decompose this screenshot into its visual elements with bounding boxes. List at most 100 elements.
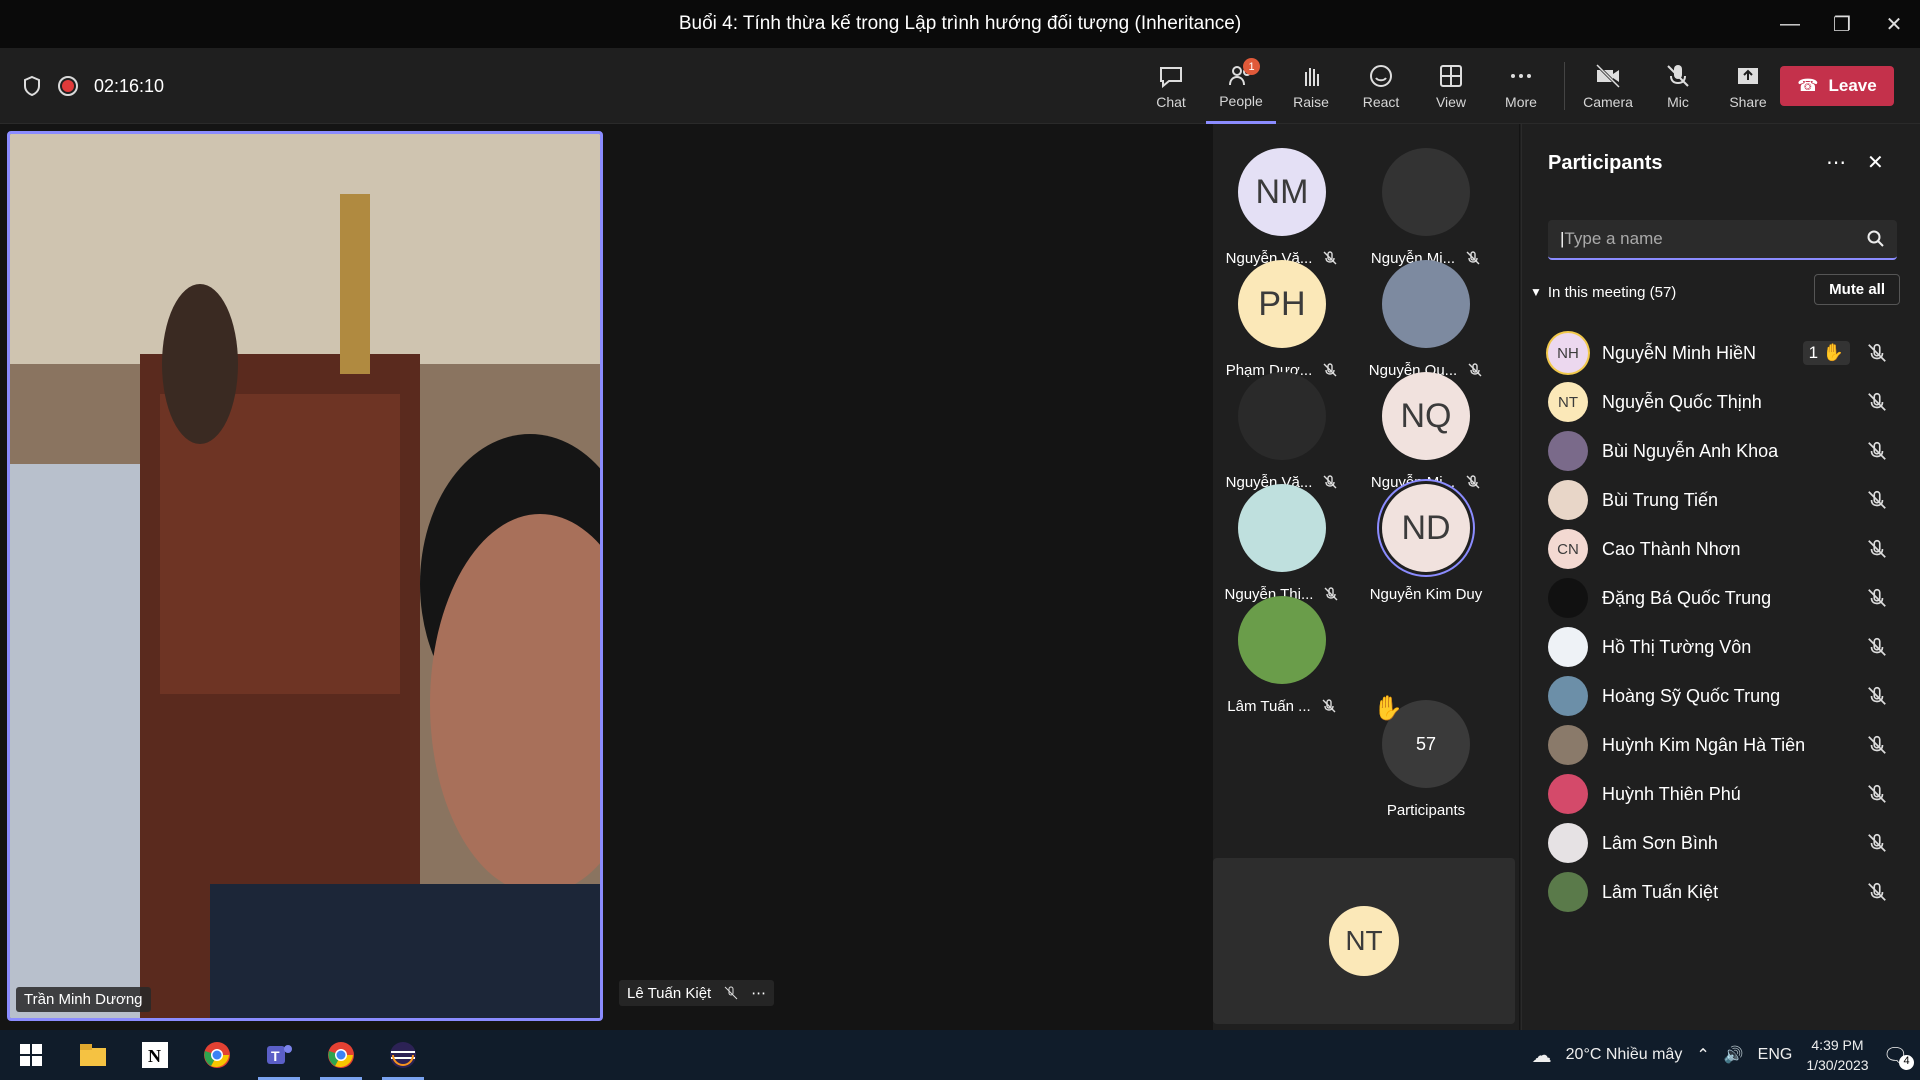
chat-button[interactable]: Chat (1136, 48, 1206, 124)
mute-all-button[interactable]: Mute all (1814, 274, 1900, 305)
participant-row[interactable]: Đặng Bá Quốc Trung (1548, 573, 1898, 623)
file-explorer-icon[interactable] (62, 1030, 124, 1080)
raised-hand-icon: ✋ (1373, 695, 1403, 722)
overflow-tile[interactable]: ✋ 57 Participants (1357, 695, 1495, 819)
svg-text:T: T (271, 1048, 280, 1064)
react-button[interactable]: React (1346, 48, 1416, 124)
mic-off-icon[interactable] (1866, 734, 1888, 756)
participants-panel: Participants ⋯ ✕ | Type a name ▼ In this … (1521, 124, 1920, 1030)
participant-tile[interactable]: Nguyễn Mi... (1357, 148, 1495, 267)
avatar (1548, 823, 1588, 863)
notion-icon[interactable]: N (124, 1030, 186, 1080)
grid-icon (1440, 65, 1462, 87)
close-panel-icon[interactable]: ✕ (1867, 150, 1884, 175)
participant-row[interactable]: Lâm Sơn Bình (1548, 818, 1898, 868)
mic-off-icon[interactable] (1866, 489, 1888, 511)
people-button[interactable]: People 1 (1206, 48, 1276, 124)
notification-badge: 1 (1243, 58, 1260, 75)
more-options-icon[interactable]: ⋯ (1826, 150, 1846, 175)
in-meeting-section[interactable]: ▼ In this meeting (57) Mute all (1530, 274, 1900, 310)
avatar (1548, 676, 1588, 716)
mic-off-icon[interactable] (1866, 587, 1888, 609)
avatar: NM (1238, 148, 1326, 236)
mic-off-icon[interactable] (1866, 832, 1888, 854)
meeting-toolbar: 02:16:10 Chat People 1 Raise React View More Ca… (0, 48, 1920, 124)
participant-row[interactable]: Huỳnh Kim Ngân Hà Tiên (1548, 720, 1898, 770)
camera-button[interactable]: Camera (1573, 48, 1643, 124)
more-button[interactable]: More (1486, 48, 1556, 124)
participant-row[interactable]: NH NguyễN Minh HiềN 1 ✋ (1548, 328, 1898, 378)
more-options-icon[interactable]: ⋯ (751, 984, 766, 1002)
mic-off-icon[interactable] (1866, 881, 1888, 903)
speaker-icon[interactable]: 🔊 (1724, 1045, 1744, 1065)
close-icon[interactable]: ✕ (1868, 0, 1920, 48)
search-icon (1867, 230, 1884, 247)
chat-icon (1160, 67, 1182, 89)
mic-off-icon[interactable] (1866, 342, 1888, 364)
language-indicator[interactable]: ENG (1758, 1046, 1793, 1064)
eclipse-icon[interactable] (372, 1030, 434, 1080)
smile-icon (1370, 65, 1392, 87)
share-icon (1738, 68, 1758, 84)
mic-off-icon[interactable] (1866, 783, 1888, 805)
notification-icon[interactable]: 🗨 4 (1883, 1043, 1914, 1070)
phone-hangup-icon: ☎ (1797, 76, 1819, 95)
mic-off-icon[interactable] (1866, 391, 1888, 413)
main-video-tile[interactable]: Trần Minh Dương (7, 131, 603, 1021)
avatar: NT (1329, 906, 1399, 976)
avatar: CN (1548, 529, 1588, 569)
teams-icon[interactable]: T (248, 1030, 310, 1080)
avatar (1382, 148, 1470, 236)
mic-off-icon[interactable] (1866, 685, 1888, 707)
participant-tile[interactable]: PH Phạm Dươ... (1213, 260, 1351, 379)
participant-row[interactable]: Hồ Thị Tường Vôn (1548, 622, 1898, 672)
chevron-down-icon: ▼ (1530, 285, 1542, 299)
camera-off-icon (1595, 63, 1621, 89)
clock[interactable]: 4:39 PM 1/30/2023 (1806, 1035, 1868, 1075)
participant-row[interactable]: CN Cao Thành Nhơn (1548, 524, 1898, 574)
participant-row[interactable]: Bùi Nguyễn Anh Khoa (1548, 426, 1898, 476)
minimize-icon[interactable]: — (1764, 0, 1816, 48)
avatar (1548, 431, 1588, 471)
participant-tile[interactable]: Lâm Tuấn ... (1213, 596, 1351, 715)
participant-tile[interactable]: Nguyễn Thị... (1213, 484, 1351, 603)
avatar (1548, 725, 1588, 765)
participant-tile[interactable]: Nguyễn Qu... (1357, 260, 1495, 379)
weather-text[interactable]: 20°C Nhiều mây (1566, 1046, 1683, 1064)
avatar (1548, 774, 1588, 814)
mic-off-icon (1322, 699, 1336, 713)
chrome-profile-icon[interactable] (310, 1030, 372, 1080)
participant-tile[interactable]: ND Nguyễn Kim Duy (1357, 484, 1495, 603)
mic-button[interactable]: Mic (1643, 48, 1713, 124)
mic-off-icon[interactable] (1866, 636, 1888, 658)
shield-icon (24, 75, 40, 97)
participant-tile[interactable]: Nguyễn Vă... (1213, 372, 1351, 491)
view-button[interactable]: View (1416, 48, 1486, 124)
participant-row[interactable]: NT Nguyễn Quốc Thịnh (1548, 377, 1898, 427)
window-title: Buổi 4: Tính thừa kế trong Lập trình hướ… (678, 13, 1242, 34)
taskbar: N T ☁ 20°C Nhiều mây ⌃ 🔊 ENG 4:39 PM 1/3… (0, 1030, 1920, 1080)
recording-icon (58, 76, 78, 96)
chrome-icon[interactable] (186, 1030, 248, 1080)
raised-hand-indicator: 1 ✋ (1802, 341, 1850, 365)
self-preview-tile[interactable]: NT (1213, 858, 1515, 1024)
participant-row[interactable]: Hoàng Sỹ Quốc Trung (1548, 671, 1898, 721)
restore-icon[interactable]: ❐ (1816, 0, 1868, 48)
raised-hand-icon: ✋ (1822, 343, 1844, 362)
mic-off-icon[interactable] (1866, 440, 1888, 462)
more-icon (1511, 74, 1531, 78)
participant-row[interactable]: Huỳnh Thiên Phú (1548, 769, 1898, 819)
share-button[interactable]: Share (1713, 48, 1783, 124)
participant-tile[interactable]: NQ Nguyễn Mi... (1357, 372, 1495, 491)
participant-row[interactable]: Lâm Tuấn Kiệt (1548, 867, 1898, 917)
avatar: NT (1548, 382, 1588, 422)
windows-start-icon[interactable] (0, 1030, 62, 1080)
leave-button[interactable]: ☎ Leave (1780, 66, 1894, 106)
second-video-name[interactable]: Lê Tuấn Kiệt ⋯ (619, 980, 775, 1006)
participant-row[interactable]: Bùi Trung Tiến (1548, 475, 1898, 525)
raise-button[interactable]: Raise (1276, 48, 1346, 124)
chevron-up-icon[interactable]: ⌃ (1696, 1045, 1709, 1065)
search-input[interactable]: | Type a name (1548, 220, 1897, 260)
participant-tile[interactable]: NM Nguyễn Vă... (1213, 148, 1351, 267)
mic-off-icon[interactable] (1866, 538, 1888, 560)
